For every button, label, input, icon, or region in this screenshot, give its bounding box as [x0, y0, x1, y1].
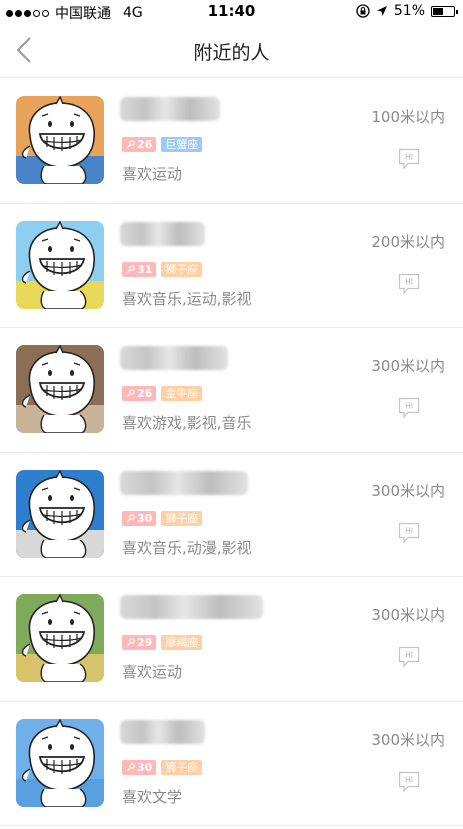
distance-text: 100米以内	[371, 108, 445, 126]
chat-bubble-hi-icon: HI	[398, 397, 420, 419]
location-arrow-icon	[376, 6, 387, 16]
profile-tags: 30 狮子座	[122, 510, 203, 526]
say-hi-button[interactable]: HI	[398, 771, 420, 793]
username-blurred	[120, 346, 228, 370]
distance-text: 300米以内	[371, 481, 445, 500]
list-item[interactable]: 29 摩羯座 喜欢运动 300米以内 HI	[0, 577, 463, 702]
interests-text: 喜欢文学	[122, 787, 183, 806]
age-tag: 29	[122, 635, 157, 650]
chat-bubble-hi-icon: HI	[398, 148, 420, 170]
interests-text: 喜欢音乐,运动,影视	[122, 289, 252, 308]
say-hi-button[interactable]: HI	[398, 148, 420, 170]
profile-tags: 26 巨蟹座	[122, 137, 203, 152]
username-blurred	[120, 97, 220, 121]
say-hi-button[interactable]: HI	[398, 397, 420, 419]
username-blurred	[120, 719, 205, 744]
chat-bubble-hi-icon: HI	[398, 522, 420, 544]
star-sign-tag: 狮子座	[161, 261, 203, 277]
page-title: 附近的人	[193, 42, 270, 64]
age-value: 26	[137, 138, 153, 151]
interests-text: 喜欢运动	[122, 165, 183, 183]
age-tag: 30	[122, 510, 157, 526]
interests-text: 喜欢游戏,影视,音乐	[122, 414, 252, 432]
key-icon	[126, 638, 135, 647]
age-value: 30	[137, 511, 153, 525]
key-icon	[126, 513, 135, 522]
avatar-cartoon-icon	[16, 594, 104, 682]
key-icon	[126, 762, 135, 771]
avatar-cartoon-icon	[16, 345, 104, 433]
battery-icon	[431, 5, 458, 17]
chat-bubble-hi-icon: HI	[398, 273, 420, 295]
star-sign-tag: 狮子座	[161, 759, 203, 775]
interests-text: 喜欢音乐,动漫,影视	[122, 538, 252, 557]
username-blurred	[120, 470, 248, 495]
status-bar: 中国联通 4G 11:40 51%	[0, 0, 463, 22]
avatar-cartoon-icon	[16, 220, 104, 309]
age-value: 31	[137, 262, 153, 276]
svg-text:HI: HI	[405, 526, 413, 535]
svg-text:HI: HI	[405, 775, 413, 784]
star-sign-tag: 狮子座	[161, 510, 203, 526]
avatar[interactable]	[16, 345, 104, 433]
list-item[interactable]: 31 狮子座 喜欢音乐,运动,影视 200米以内 HI	[0, 204, 463, 328]
svg-text:HI: HI	[405, 402, 413, 411]
interests-text: 喜欢运动	[122, 663, 183, 681]
status-right: 51%	[356, 3, 458, 19]
key-icon	[126, 389, 135, 398]
svg-text:HI: HI	[405, 277, 413, 286]
age-value: 29	[137, 636, 153, 649]
age-tag: 31	[122, 261, 157, 277]
key-icon	[126, 140, 135, 149]
profile-tags: 29 摩羯座	[122, 635, 203, 650]
nav-bar: 附近的人	[0, 22, 463, 78]
chat-bubble-hi-icon: HI	[398, 646, 420, 668]
avatar[interactable]	[16, 594, 104, 682]
svg-text:HI: HI	[405, 651, 413, 660]
age-tag: 26	[122, 137, 157, 152]
avatar-cartoon-icon	[16, 718, 104, 807]
star-sign-tag: 巨蟹座	[161, 137, 203, 152]
say-hi-button[interactable]: HI	[398, 646, 420, 668]
star-sign-tag: 摩羯座	[161, 635, 203, 650]
age-tag: 30	[122, 759, 157, 775]
star-sign-tag: 金牛座	[161, 386, 203, 401]
list-item[interactable]: 30 狮子座 喜欢文学 300米以内 HI	[0, 702, 463, 826]
avatar-cartoon-icon	[16, 96, 104, 184]
profile-tags: 31 狮子座	[122, 261, 203, 277]
list-item[interactable]: 30 狮子座 喜欢音乐,动漫,影视 300米以内 HI	[0, 453, 463, 577]
profile-tags: 26 金牛座	[122, 386, 203, 401]
avatar[interactable]	[16, 469, 104, 558]
avatar[interactable]	[16, 220, 104, 309]
nearby-people-list: 26 巨蟹座 喜欢运动 100米以内 HI 31 狮子座 喜欢音乐,运动,影视 …	[0, 79, 463, 826]
list-item[interactable]: 26 巨蟹座 喜欢运动 100米以内 HI	[0, 79, 463, 204]
distance-text: 300米以内	[371, 730, 445, 749]
say-hi-button[interactable]: HI	[398, 273, 420, 295]
key-icon	[126, 264, 135, 273]
avatar[interactable]	[16, 718, 104, 807]
chat-bubble-hi-icon: HI	[398, 771, 420, 793]
distance-text: 300米以内	[371, 606, 445, 624]
profile-tags: 30 狮子座	[122, 759, 203, 775]
username-blurred	[120, 221, 205, 246]
distance-text: 300米以内	[371, 357, 445, 375]
username-blurred	[120, 595, 263, 619]
distance-text: 200米以内	[371, 232, 445, 251]
battery-percent: 51%	[393, 3, 425, 19]
orientation-lock-icon	[356, 4, 370, 18]
age-tag: 26	[122, 386, 157, 401]
say-hi-button[interactable]: HI	[398, 522, 420, 544]
svg-text:HI: HI	[405, 153, 413, 162]
age-value: 26	[137, 387, 153, 400]
list-item[interactable]: 26 金牛座 喜欢游戏,影视,音乐 300米以内 HI	[0, 328, 463, 453]
avatar[interactable]	[16, 96, 104, 184]
avatar-cartoon-icon	[16, 469, 104, 558]
age-value: 30	[137, 760, 153, 774]
